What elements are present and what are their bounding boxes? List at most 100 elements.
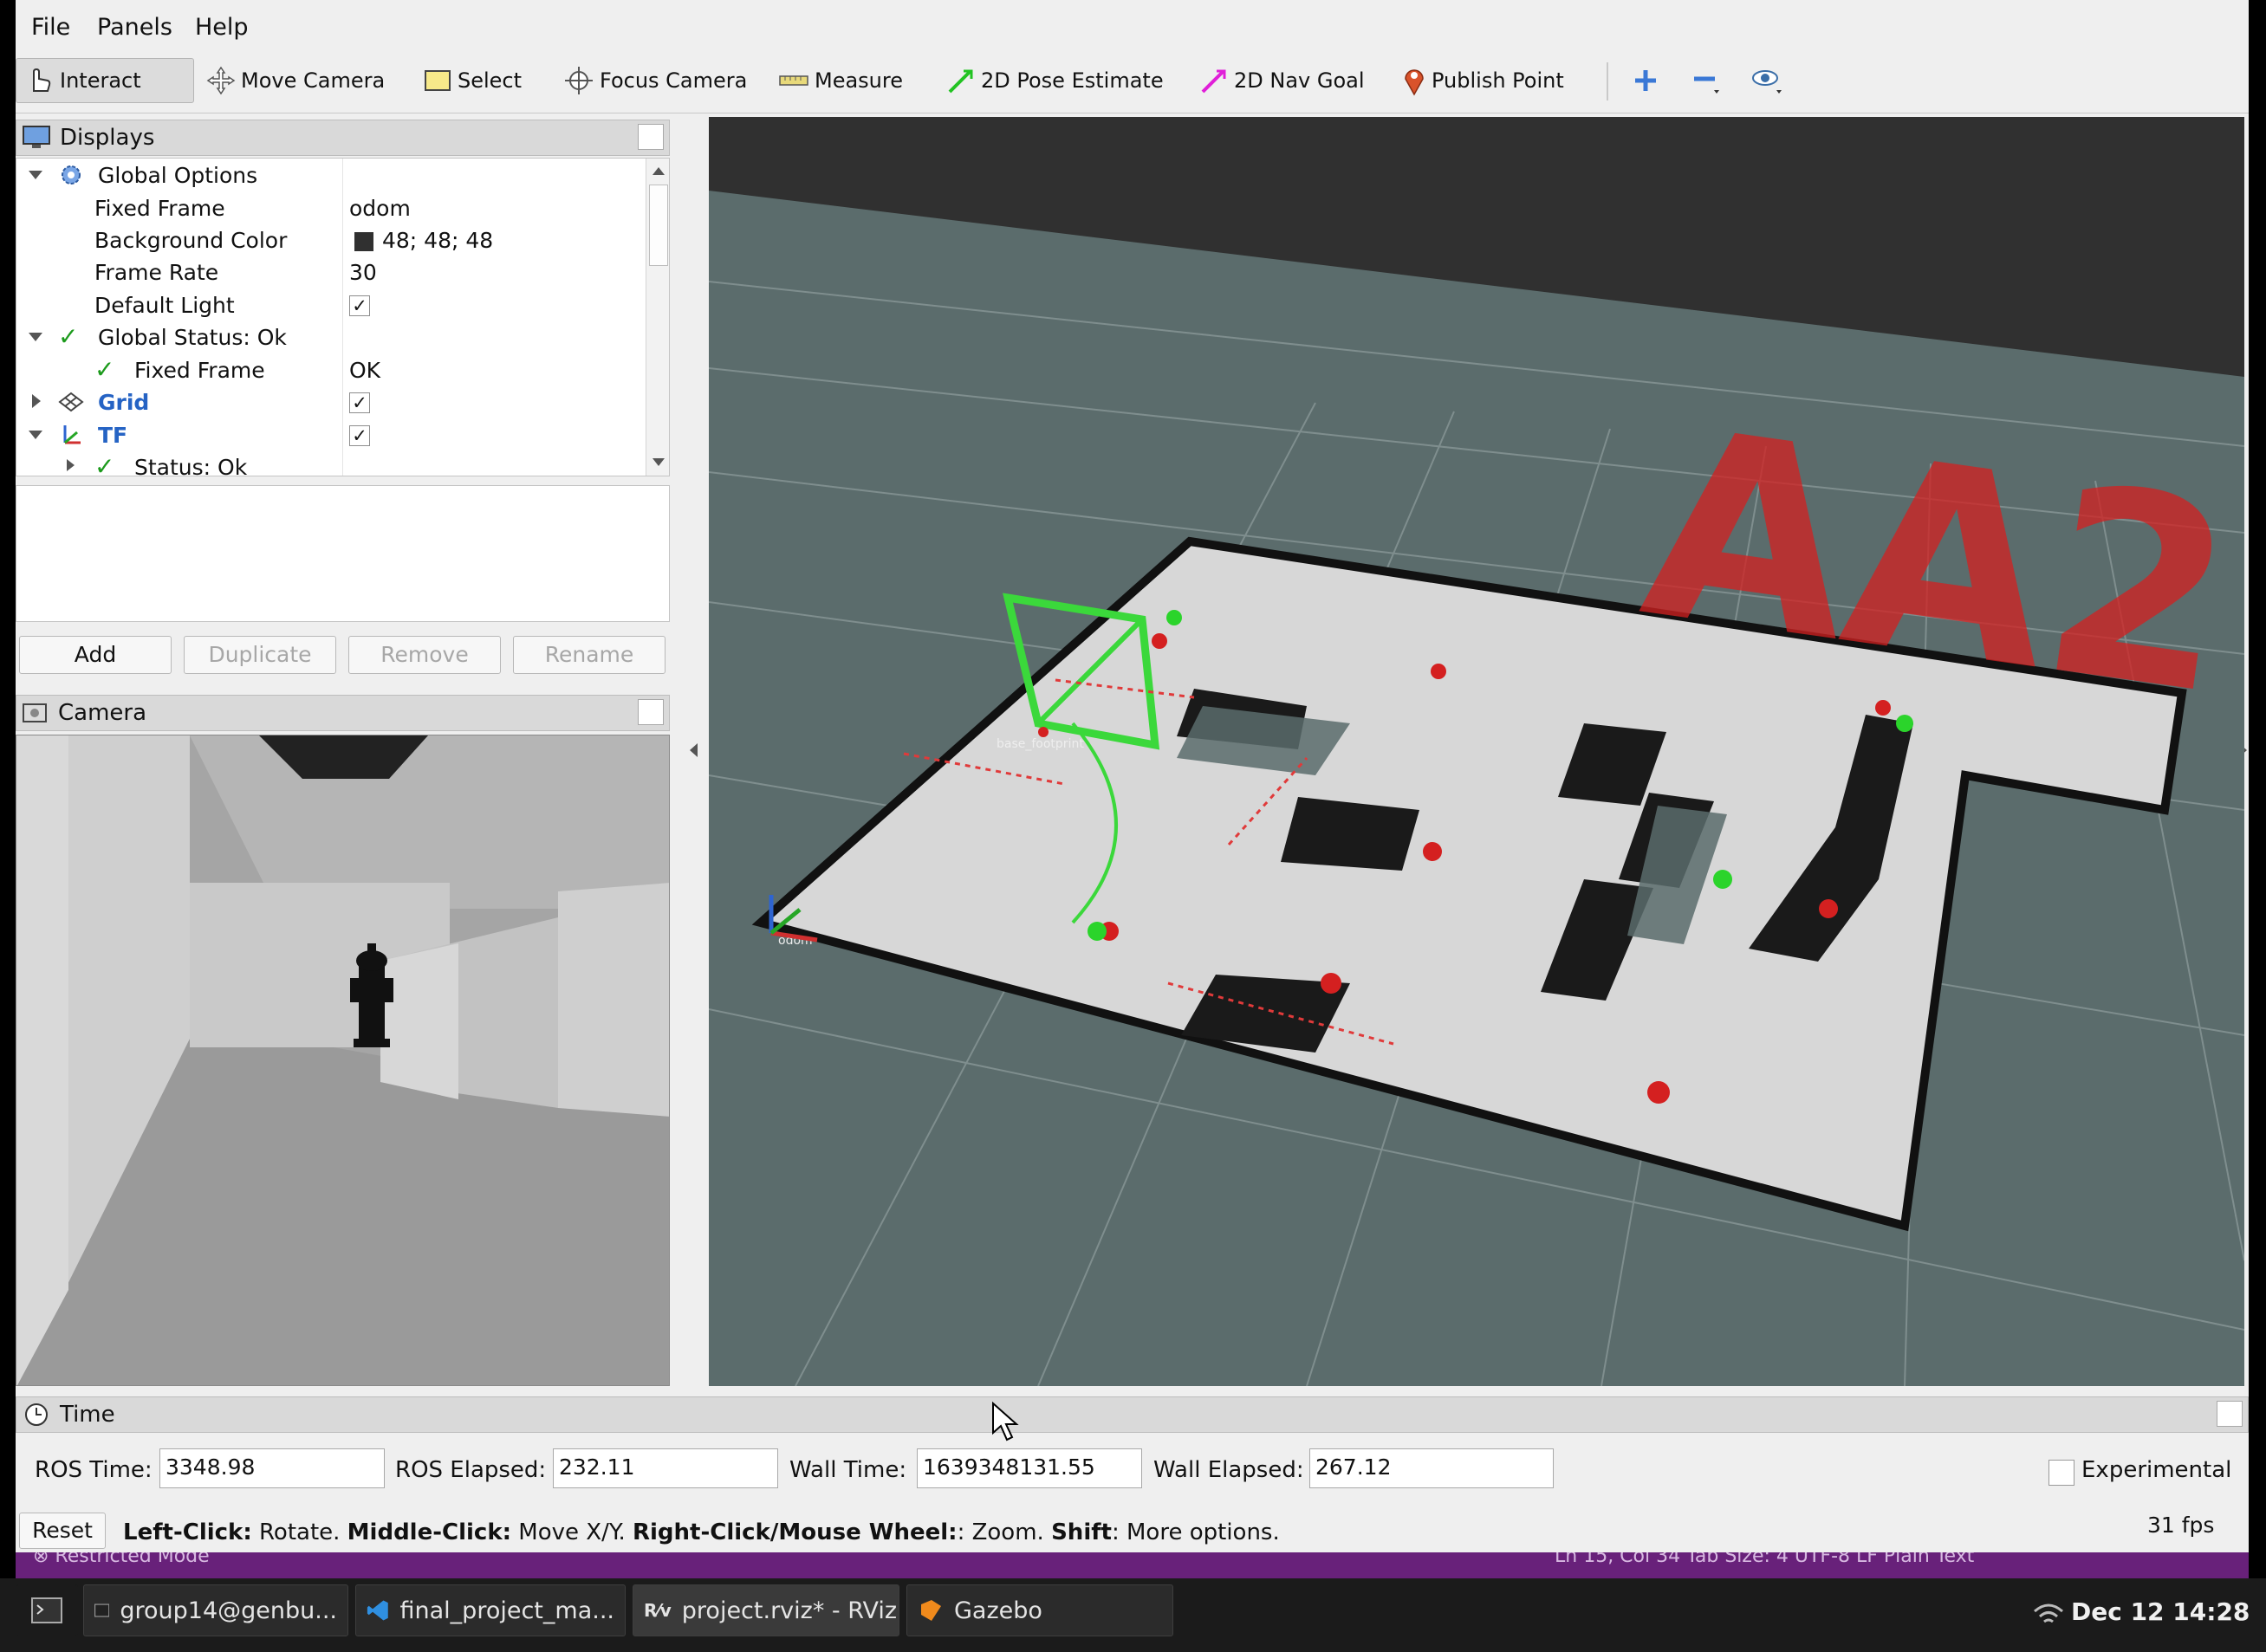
taskbar-clock[interactable]: Dec 12 14:28 <box>2071 1597 2250 1626</box>
reset-button[interactable]: Reset <box>19 1513 106 1549</box>
time-float-button[interactable] <box>2217 1401 2243 1427</box>
interact-tool[interactable]: Interact <box>16 58 194 103</box>
hint-shift-text: : More options. <box>1111 1519 1280 1545</box>
collapse-arrow-icon[interactable] <box>32 394 41 408</box>
experimental-checkbox[interactable] <box>2048 1460 2074 1486</box>
move-arrows-icon <box>206 66 236 95</box>
scroll-up-icon[interactable] <box>653 167 665 175</box>
default-light-checkbox[interactable]: ✓ <box>349 295 370 316</box>
editor-status-text: Ln 15, Col 34 Tab Size: 4 UTF-8 LF Plain… <box>1555 1552 1975 1567</box>
task-terminal[interactable]: group14@genbu... <box>83 1584 348 1636</box>
ros-time-field[interactable]: 3348.98 <box>159 1448 385 1488</box>
nav-goal-tool[interactable]: 2D Nav Goal <box>1192 58 1372 103</box>
grid-checkbox[interactable]: ✓ <box>349 392 370 413</box>
add-tool-button[interactable] <box>1626 58 1665 103</box>
restricted-mode-text[interactable]: ⊗ Restricted Mode <box>33 1552 210 1567</box>
tree-row-background-color[interactable]: Background Color 48; 48; 48 <box>16 225 653 257</box>
default-light-label: Default Light <box>94 293 235 318</box>
tree-row-frame-rate[interactable]: Frame Rate 30 <box>16 257 653 289</box>
terminal-icon <box>31 1597 62 1623</box>
task-rviz-label: project.rviz* - RViz <box>681 1597 898 1624</box>
scene-render: AA274 base_footprint odom <box>709 117 2244 1386</box>
pose-estimate-tool[interactable]: 2D Pose Estimate <box>939 58 1171 103</box>
duplicate-button: Duplicate <box>184 636 336 674</box>
menu-panels[interactable]: Panels <box>97 14 172 41</box>
add-button[interactable]: Add <box>19 636 172 674</box>
measure-tool[interactable]: Measure <box>771 58 910 103</box>
tree-row-tf-status[interactable]: ✓ Status: Ok <box>16 452 653 476</box>
mouse-cursor-icon <box>992 1402 1019 1441</box>
hand-icon <box>33 68 51 92</box>
task-vscode[interactable]: final_project_ma... <box>355 1584 626 1636</box>
select-tool[interactable]: Select <box>416 58 529 103</box>
displays-scrollbar[interactable] <box>646 159 669 476</box>
camera-float-button[interactable] <box>638 699 664 725</box>
publish-point-tool[interactable]: Publish Point <box>1395 58 1571 103</box>
tf-status-label: Status: Ok <box>134 455 248 476</box>
terminal-launcher[interactable] <box>16 1584 78 1636</box>
hint-shift-key: Shift <box>1051 1519 1112 1545</box>
view-options-button[interactable] <box>1743 58 1792 103</box>
plus-icon <box>1635 70 1656 91</box>
camera-icon <box>23 703 47 722</box>
remove-tool-button[interactable] <box>1685 58 1728 103</box>
global-status-label: Global Status: Ok <box>98 325 287 350</box>
task-vscode-label: final_project_ma... <box>399 1597 614 1624</box>
scroll-down-icon[interactable] <box>653 458 665 466</box>
ros-elapsed-field[interactable]: 232.11 <box>553 1448 778 1488</box>
tree-row-status-fixed-frame[interactable]: ✓ Fixed Frame OK <box>16 355 653 387</box>
tree-row-default-light[interactable]: Default Light ✓ <box>16 290 653 322</box>
toolbar-separator <box>1607 62 1608 100</box>
displays-tree[interactable]: Global Options Fixed Frame odom Backgrou… <box>16 158 670 476</box>
displays-float-button[interactable] <box>638 124 664 150</box>
global-options-label: Global Options <box>98 163 258 188</box>
tree-row-fixed-frame[interactable]: Fixed Frame odom <box>16 193 653 225</box>
interact-label: Interact <box>60 68 141 93</box>
tree-row-grid[interactable]: Grid ✓ <box>16 387 653 419</box>
ok-check-icon: ✓ <box>58 322 79 351</box>
ros-elapsed-label: ROS Elapsed: <box>395 1457 547 1483</box>
toolbar: Interact Move Camera Select Focus Camera… <box>16 50 2249 113</box>
wall-elapsed-field[interactable]: 267.12 <box>1309 1448 1554 1488</box>
expand-arrow-icon[interactable] <box>29 171 42 179</box>
ok-check-icon: ✓ <box>94 452 115 476</box>
collapse-arrow-icon[interactable] <box>67 459 75 471</box>
tf-checkbox[interactable]: ✓ <box>349 425 370 446</box>
menu-help[interactable]: Help <box>195 14 249 41</box>
fixed-frame-value[interactable]: odom <box>349 196 411 221</box>
collapse-left-icon[interactable] <box>690 743 698 757</box>
status-hint: Left-Click: Rotate. Middle-Click: Move X… <box>123 1519 1280 1545</box>
vscode-icon <box>367 1600 388 1621</box>
hint-left-key: Left-Click: <box>123 1519 252 1545</box>
camera-feed[interactable] <box>16 735 670 1386</box>
frame-rate-value[interactable]: 30 <box>349 260 377 285</box>
background-color-value[interactable]: 48; 48; 48 <box>382 228 493 253</box>
ros-time-label: ROS Time: <box>35 1457 153 1483</box>
tree-row-global-options[interactable]: Global Options <box>16 160 653 192</box>
expand-arrow-icon[interactable] <box>29 431 42 439</box>
tree-row-global-status[interactable]: ✓ Global Status: Ok <box>16 322 653 354</box>
property-description <box>16 485 670 622</box>
scrollbar-thumb[interactable] <box>649 185 668 266</box>
tree-row-tf[interactable]: TF ✓ <box>16 420 653 452</box>
rename-button: Rename <box>513 636 666 674</box>
wall-time-label: Wall Time: <box>789 1457 907 1483</box>
color-swatch[interactable] <box>354 232 373 251</box>
gazebo-icon <box>921 1600 941 1621</box>
nav-goal-label: 2D Nav Goal <box>1234 68 1365 93</box>
task-rviz[interactable]: R⁄v project.rviz* - RViz <box>633 1584 899 1636</box>
menu-file[interactable]: File <box>31 14 70 41</box>
grid-label: Grid <box>98 390 150 415</box>
rviz-window: File Panels Help Interact Move Camera Se… <box>16 0 2249 1552</box>
hint-right-text: : Zoom. <box>957 1519 1052 1545</box>
wall-time-field[interactable]: 1639348131.55 <box>917 1448 1142 1488</box>
camera-image <box>16 735 669 1385</box>
task-gazebo[interactable]: Gazebo <box>906 1584 1173 1636</box>
move-camera-tool[interactable]: Move Camera <box>199 58 392 103</box>
3d-viewport[interactable]: AA274 base_footprint odom <box>709 117 2244 1386</box>
focus-camera-tool[interactable]: Focus Camera <box>556 58 754 103</box>
vscode-status-strip: ⊗ Restricted Mode Ln 15, Col 34 Tab Size… <box>16 1552 2249 1578</box>
terminal-icon <box>94 1603 110 1617</box>
expand-arrow-icon[interactable] <box>29 333 42 341</box>
minus-icon <box>1694 76 1719 94</box>
